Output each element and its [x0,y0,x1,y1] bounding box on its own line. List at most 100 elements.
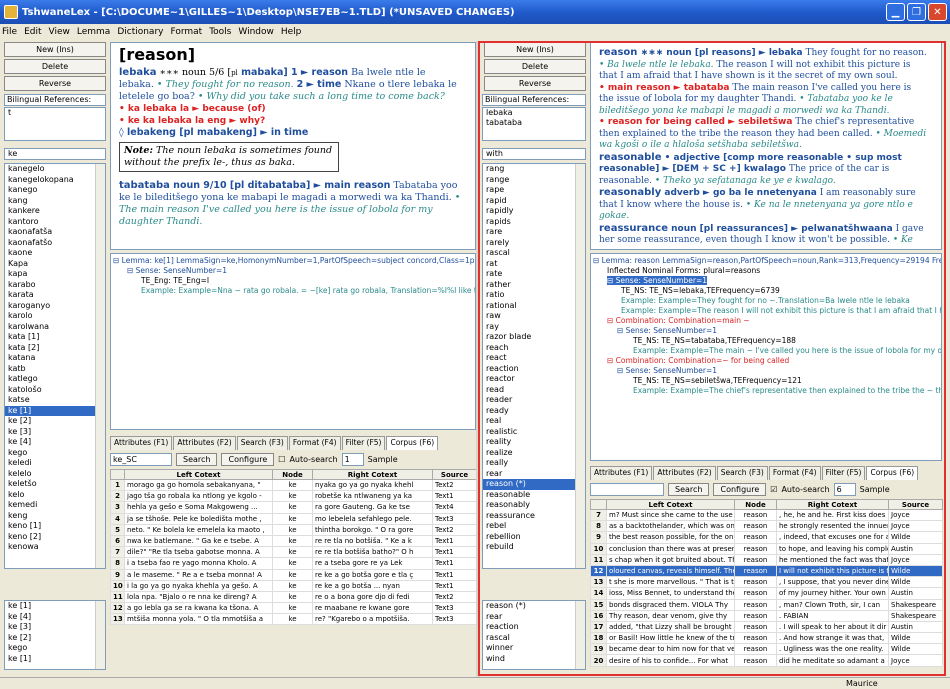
lemma-list-item[interactable]: read [483,385,585,396]
lemma-list-item[interactable]: reach [483,343,585,354]
table-row[interactable]: 8i a tseba fao re yago monna Kholo. Ake r… [110,557,477,570]
lemma-list-item[interactable]: reason (*) [483,601,585,612]
lemma-list-item[interactable]: rear [483,612,585,623]
lemma-list-item[interactable]: raw [483,311,585,322]
lemma-list-item[interactable]: katb [5,364,105,375]
lemma-list-item[interactable]: rape [483,185,585,196]
table-row[interactable]: 2 jago tša go robala ka ntlong ye kgolo -… [110,490,477,503]
table-row[interactable]: 19 became dear to him now for that very re… [590,643,943,656]
lemma-list-item[interactable]: keno [2] [5,532,105,543]
tree-node[interactable]: Inflected Nominal Forms: plural=reasons [593,266,939,276]
minimize-button[interactable]: ▁ [886,3,905,21]
tree-node[interactable]: ⊟ Sense: SenseNumber=1 [593,276,939,286]
lemma-list-item[interactable]: razor blade [483,332,585,343]
corpus-configure-button[interactable]: Configure [221,452,275,466]
table-row[interactable]: 11 s chap when it got bruited about. The r… [590,553,943,566]
corpus-query-input[interactable] [590,482,664,496]
column-header[interactable]: Left Cotext [606,499,735,510]
table-row[interactable]: 13 mtšiša monna yola. " O tla mmotšiša ak… [110,613,477,626]
lemma-list[interactable]: rang range rape rapid rapidly rapids rare rarel… [482,163,586,569]
lemma-list-item[interactable]: ke [3] [5,427,105,438]
tree-node[interactable]: ⊟ Lemma: reason LemmaSign=reason,PartOfS… [593,256,941,266]
lemma-list-item[interactable]: realistic [483,427,585,438]
lemma-history-list[interactable]: reason (*) rear reaction rascal winner wind [482,600,586,670]
corpus-query-input[interactable]: ke_SC [110,452,172,466]
lemma-list-item[interactable]: reactor [483,374,585,385]
tab-attributes[interactable]: Attributes (F1) [590,466,653,480]
lemma-list-item[interactable]: kaonafatšo [5,238,105,249]
tab-filter[interactable]: Filter (F5) [341,436,386,450]
lemma-list-item[interactable]: ke [2] [5,416,105,427]
tab-format[interactable]: Format (F4) [288,436,341,450]
lemma-list-item[interactable]: rapid [483,196,585,207]
lemma-list-item[interactable]: rate [483,269,585,280]
lemma-list-item[interactable]: rascal [483,633,585,644]
lemma-list-item[interactable]: reaction [483,622,585,633]
lemma-list-item[interactable]: rapidly [483,206,585,217]
reverse-button[interactable]: Reverse [4,76,106,91]
close-button[interactable]: ✕ [928,3,947,21]
lemma-list[interactable]: kanegelo kanegelokopana kanego kang kankere k… [4,163,106,569]
lemma-list-item[interactable]: kantoro [5,217,105,228]
lemma-list-scrollbar[interactable] [95,164,105,568]
lemma-list-item[interactable]: range [483,175,585,186]
lemma-list-item[interactable]: winner [483,643,585,654]
lemma-list-item[interactable]: kaone [5,248,105,259]
lemma-list-item[interactable]: ke [4] [5,437,105,448]
tree-node[interactable]: TE_Eng: TE_Eng=I [113,276,473,286]
new-lemma-button[interactable]: New (Ins) [484,42,586,57]
lemma-tree-view[interactable]: ⊟ Lemma: reason LemmaSign=reason,PartOfS… [590,253,942,461]
tree-node[interactable]: TE_NS: TE_NS=tabataba,TEFrequency=188 [593,336,939,346]
lemma-list-item[interactable]: karolwana [5,322,105,333]
autosearch-checkbox[interactable]: ☐ [278,455,285,464]
table-row[interactable]: 20 desire of his to confide... For what re… [590,654,943,667]
table-row[interactable]: 4 ja se tšhoše. Pele ke boledišta mothe ,… [110,512,477,525]
column-header[interactable]: Node [272,469,313,480]
history-scrollbar[interactable] [95,601,105,669]
sample-size-input[interactable]: 1 [341,452,364,466]
tree-node[interactable]: TE_NS: TE_NS=sebiletšwa,TEFrequency=121 [593,376,939,386]
sample-size-input[interactable]: 6 [833,482,856,496]
lemma-list-item[interactable]: rebuild [483,542,585,553]
tab-filter[interactable]: Filter (F5) [821,466,866,480]
lemma-list-item[interactable]: reasonable [483,490,585,501]
menu-format[interactable]: Format [170,27,202,37]
lemma-list-item[interactable]: reasonably [483,500,585,511]
table-row[interactable]: 18 or Basil! How little he knew of the tr… [590,632,943,645]
menu-help[interactable]: Help [281,27,302,37]
table-row[interactable]: 1 morago ga go homola sebakanyana, " ke nya… [110,478,477,492]
lemma-list-item[interactable]: rare [483,227,585,238]
column-header[interactable]: Source [432,469,477,480]
lemma-list-item[interactable]: keledi [5,458,105,469]
corpus-search-button[interactable]: Search [176,452,218,466]
corpus-search-button[interactable]: Search [668,482,710,496]
tab-attributes[interactable]: Attributes (F2) [653,466,716,480]
lemma-list-item[interactable]: rascal [483,248,585,259]
lemma-list-item[interactable]: rear [483,469,585,480]
table-row[interactable]: 10 i la go ya go nyaka khehla ya gešo. Ak… [110,579,477,592]
lemma-list-item[interactable]: kego [5,448,105,459]
lemma-list-item[interactable]: really [483,458,585,469]
lemma-list-item[interactable]: reaction [483,364,585,375]
table-row[interactable]: 15 bonds disgraced them. VIOLA Thy reason,… [590,598,943,611]
column-header[interactable]: Left Cotext [124,469,273,480]
menu-file[interactable]: File [2,27,17,37]
lemma-list-item[interactable]: rather [483,280,585,291]
table-row[interactable]: 6 nwa ke batlemane. " Ga ke e tsebe. Ake r… [110,534,477,548]
tree-node[interactable]: ⊟ Combination: Combination=main ~ [593,316,939,326]
tree-node[interactable]: Example: Example=The chief's representat… [593,386,941,396]
table-row[interactable]: 5 neto. " Ke bolela ke emelela ka maoto ,… [110,523,477,536]
menu-lemma[interactable]: Lemma [77,27,110,37]
lemma-list-item[interactable]: katana [5,353,105,364]
lemma-list-item[interactable]: kanego [5,185,105,196]
lemma-list-item[interactable]: keng [5,511,105,522]
lemma-list-item[interactable]: kapa [5,269,105,280]
lemma-list-item[interactable]: karata [5,290,105,301]
column-header[interactable] [110,469,125,480]
lemma-history-list[interactable]: ke [1] ke [4] ke [3] ke [2] kego ke [1] [4,600,106,670]
lemma-list-item[interactable]: keletšo [5,479,105,490]
column-header[interactable] [590,499,607,510]
tab-format[interactable]: Format (F4) [768,466,821,480]
tree-node[interactable]: ⊟ Sense: SenseNumber=1 [593,366,939,376]
table-row[interactable]: 9a le maseme. " Re a e tseba monna! Ake r… [110,568,477,581]
